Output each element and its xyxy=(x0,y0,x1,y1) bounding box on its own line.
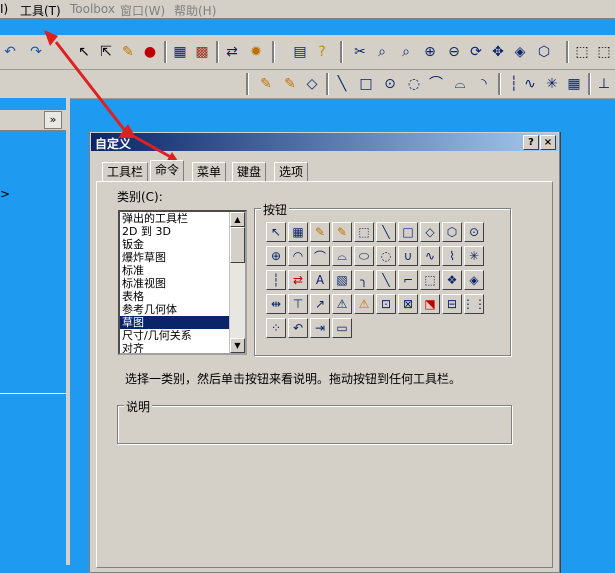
annotation-arrows xyxy=(44,30,180,164)
tab-commands[interactable]: 命令 xyxy=(150,160,185,181)
arrow-line-2 xyxy=(125,130,177,162)
arrow-line xyxy=(54,41,128,133)
